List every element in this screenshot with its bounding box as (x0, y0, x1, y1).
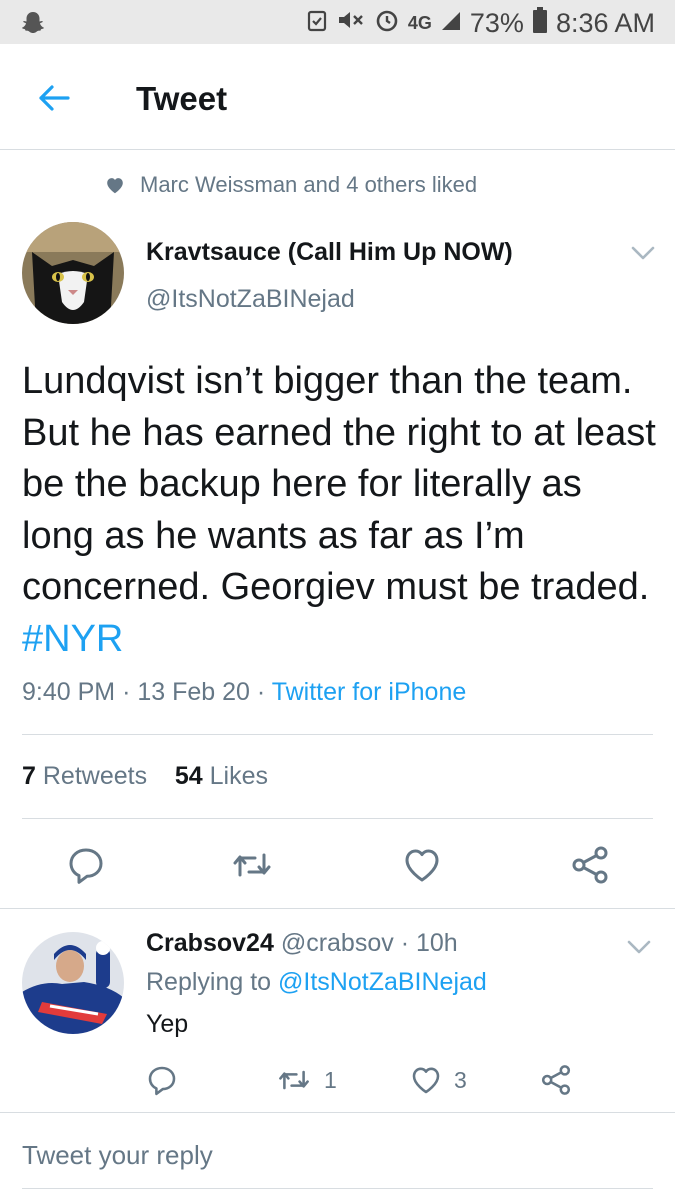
retweets-stat[interactable]: 7 Retweets (22, 762, 147, 790)
speech-bubble-icon (148, 1066, 176, 1096)
chevron-down-icon (631, 246, 655, 260)
tweet-date: 13 Feb 20 (137, 678, 250, 706)
replying-prefix: Replying to (146, 968, 272, 996)
replying-to: Replying to @ItsNotZaBINejad (146, 968, 487, 997)
reply-age: 10h (415, 929, 458, 957)
hashtag-link[interactable]: #NYR (22, 618, 123, 660)
meta-separator: · (400, 929, 410, 957)
compose-underline (22, 1188, 653, 1189)
tweet-source[interactable]: Twitter for iPhone (272, 678, 467, 706)
status-bar: 4G 73% 8:36 AM (0, 0, 675, 44)
snapchat-icon (20, 10, 46, 41)
reply-button[interactable] (66, 845, 106, 885)
tweet-menu-button[interactable] (630, 244, 656, 262)
arrow-left-icon (39, 85, 70, 111)
battery-icon (532, 6, 548, 41)
tweet-body: Lundqvist isn’t bigger than the team. Bu… (22, 360, 656, 608)
heart-icon (405, 849, 439, 882)
likes-label: Likes (209, 762, 269, 790)
social-context[interactable]: Marc Weissman and 4 others liked (104, 172, 477, 198)
retweet-icon (233, 853, 271, 877)
heart-filled-icon (107, 178, 123, 194)
tweet-text: Lundqvist isn’t bigger than the team. Bu… (22, 356, 662, 665)
mute-icon (336, 8, 366, 39)
tweet-actions (0, 845, 675, 885)
reply-author-name[interactable]: Crabsov24 (146, 929, 274, 957)
meta-separator: · (122, 678, 138, 706)
reply-menu-button[interactable] (626, 938, 652, 956)
clock: 8:36 AM (555, 7, 655, 38)
replying-to-mention[interactable]: @ItsNotZaBINejad (278, 968, 487, 996)
divider (0, 908, 675, 909)
tweet-stats: 7 Retweets 54 Likes (22, 762, 268, 791)
notification-icon (306, 8, 328, 39)
reply-author-handle[interactable]: @crabsov (281, 929, 394, 957)
divider (22, 818, 653, 819)
reply-retweet-button[interactable]: 1 (276, 1064, 337, 1096)
signal-icon (440, 8, 462, 39)
top-bar: Tweet (0, 44, 675, 150)
social-context-text: Marc Weissman and 4 others liked (140, 172, 478, 197)
reply-retweet-count: 1 (324, 1066, 337, 1093)
retweet-icon (279, 1070, 309, 1090)
share-icon (541, 1065, 571, 1095)
tweet-time: 9:40 PM (22, 678, 116, 706)
speech-bubble-icon (69, 848, 103, 884)
share-icon (572, 846, 608, 884)
likes-count: 54 (174, 762, 203, 790)
reply-share-button[interactable] (540, 1064, 572, 1096)
heart-icon (412, 1067, 440, 1094)
reply-reply-button[interactable] (146, 1064, 178, 1096)
retweet-button[interactable] (232, 845, 272, 885)
meta-separator: · (256, 678, 272, 706)
tweet-meta: 9:40 PM · 13 Feb 20 · Twitter for iPhone (22, 678, 466, 707)
retweets-label: Retweets (42, 762, 148, 790)
back-button[interactable] (34, 78, 74, 118)
battery-percent: 73% (469, 7, 524, 38)
retweets-count: 7 (22, 762, 36, 790)
page-title: Tweet (136, 80, 228, 117)
hockey-player-avatar-image (22, 932, 124, 1034)
reply-text: Yep (146, 1010, 189, 1038)
cat-avatar-image (22, 222, 124, 324)
divider (0, 1112, 675, 1113)
reply-header: Crabsov24 @crabsov · 10h (146, 929, 458, 958)
author-handle[interactable]: @ItsNotZaBINejad (146, 285, 355, 314)
status-icons: 4G 73% 8:36 AM (306, 6, 655, 40)
reply-compose-input[interactable]: Tweet your reply (22, 1140, 213, 1171)
like-button[interactable] (402, 845, 442, 885)
reply-like-button[interactable]: 3 (410, 1064, 467, 1096)
likes-stat[interactable]: 54 Likes (175, 762, 268, 790)
divider (22, 734, 653, 735)
chevron-down-icon (627, 940, 651, 954)
author-avatar[interactable] (22, 222, 124, 324)
network-label: 4G (407, 12, 432, 33)
reply-like-count: 3 (454, 1066, 467, 1093)
author-name[interactable]: Kravtsauce (Call Him Up NOW) (146, 238, 513, 267)
share-button[interactable] (570, 845, 610, 885)
reply-author-avatar[interactable] (22, 932, 124, 1034)
alarm-icon (374, 7, 400, 40)
